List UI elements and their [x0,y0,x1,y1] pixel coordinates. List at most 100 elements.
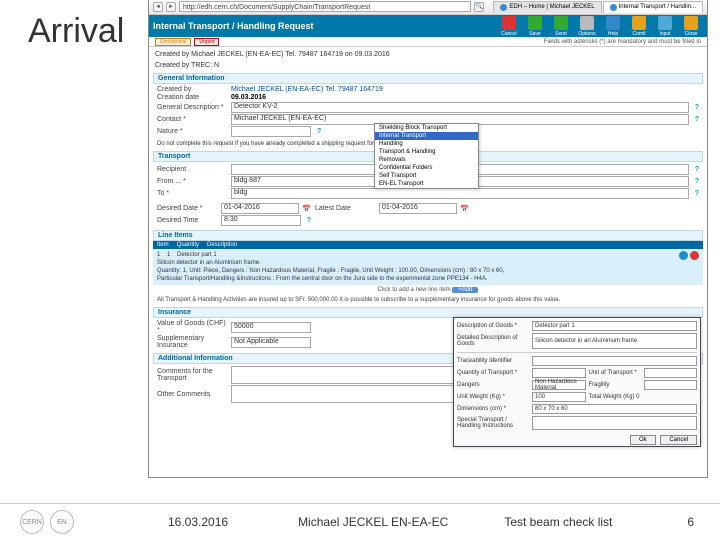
dialog-cancel-button[interactable]: Cancel [660,435,697,445]
qty-transport-input[interactable] [532,368,586,378]
nature-option[interactable]: EN-EL Transport [375,180,478,188]
toolbar-send[interactable]: Send [549,16,573,37]
nature-option[interactable]: Internal Transport [375,132,478,140]
url-bar[interactable]: http://edh.cern.ch/Document/SupplyChain/… [179,1,471,12]
urgent-chip: Urgent [194,38,219,46]
nature-dropdown[interactable]: Shielding Block TransportInternal Transp… [374,123,479,189]
delete-icon[interactable] [690,251,699,260]
unit-weight-input[interactable]: 100 [532,392,586,402]
unit-transport-input[interactable] [644,368,698,378]
nature-label: Nature * [157,128,227,135]
detailed-desc-label: Detailed Description of Goods [457,335,529,347]
trace-input[interactable] [532,356,697,366]
desired-date-input[interactable]: 01-04-2016 [221,203,299,214]
toolbar-options[interactable]: Options [575,16,599,37]
general-desc-input[interactable]: Detector KV-2 [231,102,689,113]
forward-button[interactable]: ► [166,2,176,12]
other-comments-label: Other Comments [157,391,227,398]
help-icon[interactable]: ? [695,116,699,123]
footer-page-number: 6 [687,515,694,529]
unit-transport-label: Unit of Transport * [589,370,641,376]
nature-option[interactable]: Handling [375,140,478,148]
options-icon [580,16,594,30]
dangers-label: Dangers [457,382,529,388]
line-item-row[interactable]: 1 1 Detector part 1 Silicon detector in … [153,249,703,285]
ie-icon [500,4,507,11]
en-logo-icon: EN [50,510,74,534]
to-input[interactable]: bldg [231,188,689,199]
footer-author: Michael JECKEL EN-EA-EC [298,515,448,529]
toolbar-comfi[interactable]: Comfi [627,16,651,37]
help-icon [606,16,620,30]
cancel-icon [502,16,516,30]
help-icon[interactable]: ? [307,217,311,224]
created-by-value: Michael JECKEL (EN-EA-EC) Tel. 79487 164… [231,86,699,93]
toolbar-buttons: Cancel Save Send Options Help Comfi Inpu… [497,16,703,37]
calendar-icon[interactable]: 📅 [302,205,311,213]
back-button[interactable]: ◄ [153,2,163,12]
desired-time-input[interactable]: 8:30 [221,215,301,226]
toolbar-help[interactable]: Help [601,16,625,37]
edit-icon[interactable] [679,251,688,260]
nature-select[interactable] [231,126,311,137]
created-by-trec: Created by TREC: N [153,60,703,71]
legend-row: Confidential Urgent Fields with asterisk… [149,37,707,47]
toolbar-save[interactable]: Save [523,16,547,37]
footer-topic: Test beam check list [504,515,612,529]
nature-option[interactable]: Confidential Folders [375,164,478,172]
help-icon[interactable]: ? [317,128,321,135]
tab-strip: EDH – Home | Michael JECKEL Internal Tra… [493,1,703,13]
dangers-select[interactable]: Non Hazardous Material [532,380,586,390]
nature-option[interactable]: Removals [375,156,478,164]
general-desc-label: General Description * [157,104,227,111]
creation-date-label: Creation date [157,94,227,101]
send-icon [554,16,568,30]
help-icon[interactable]: ? [695,190,699,197]
value-goods-label: Value of Goods (CHF) * [157,320,227,334]
add-line-item-button[interactable]: +Add [452,287,478,293]
slide-footer: CERN EN 16.03.2016 Michael JECKEL EN-EA-… [0,503,720,534]
supp-insurance-select[interactable]: Not Applicable [231,337,311,348]
page-title: Internal Transport / Handling Request [153,21,497,31]
supp-insurance-label: Supplementary Insurance [157,335,227,349]
value-goods-input[interactable]: 50000 [231,322,311,333]
nature-option[interactable]: Self Transport [375,172,478,180]
confidential-chip: Confidential [155,38,191,46]
latest-date-input[interactable]: 01-04-2016 [379,203,457,214]
dimensions-input[interactable]: 80 x 70 x 60 [532,404,697,414]
tab-label: EDH – Home | Michael JECKEL [509,1,594,13]
desc-goods-input[interactable]: Detector part 1 [532,321,697,331]
tab-edh-home[interactable]: EDH – Home | Michael JECKEL [493,1,601,13]
help-icon[interactable]: ? [695,178,699,185]
comfi-icon [632,16,646,30]
fragility-select[interactable] [644,380,698,390]
line-items-header: ItemQuantityDescription [153,241,703,249]
fragility-label: Fragility [589,382,641,388]
tab-transport-request[interactable]: Internal Transport / Handlin... [603,1,703,13]
created-by-label: Created by [157,86,227,93]
line-item-dialog: Description of Goods * Detector part 1 D… [453,317,701,447]
cern-logo-icon: CERN [20,510,44,534]
help-icon[interactable]: ? [695,166,699,173]
toolbar-close[interactable]: Close [679,16,703,37]
search-button[interactable]: 🔍 [474,2,484,12]
desired-time-label: Desired Time [157,217,217,224]
dialog-ok-button[interactable]: Ok [630,435,656,445]
calendar-icon[interactable]: 📅 [460,205,469,213]
tab-label: Internal Transport / Handlin... [619,1,696,13]
special-instr-input[interactable] [532,416,697,430]
help-icon[interactable]: ? [695,104,699,111]
toolbar-input[interactable]: Input [653,16,677,37]
detailed-desc-input[interactable]: Silicon detector in an Aluminium frame [532,333,697,349]
unit-weight-label: Unit Weight (Kg) * [457,394,529,400]
section-line-items: Line Items [153,230,703,241]
nature-option[interactable]: Transport & Handling [375,148,478,156]
section-general: General Information [153,73,703,84]
created-by-line: Created by Michael JECKEL (EN-EA-EC) Tel… [153,49,703,60]
contact-label: Contact * [157,116,227,123]
toolbar-cancel[interactable]: Cancel [497,16,521,37]
to-label: To * [157,190,227,197]
footer-date: 16.03.2016 [168,515,228,529]
nature-option[interactable]: Shielding Block Transport [375,124,478,132]
input-icon [658,16,672,30]
